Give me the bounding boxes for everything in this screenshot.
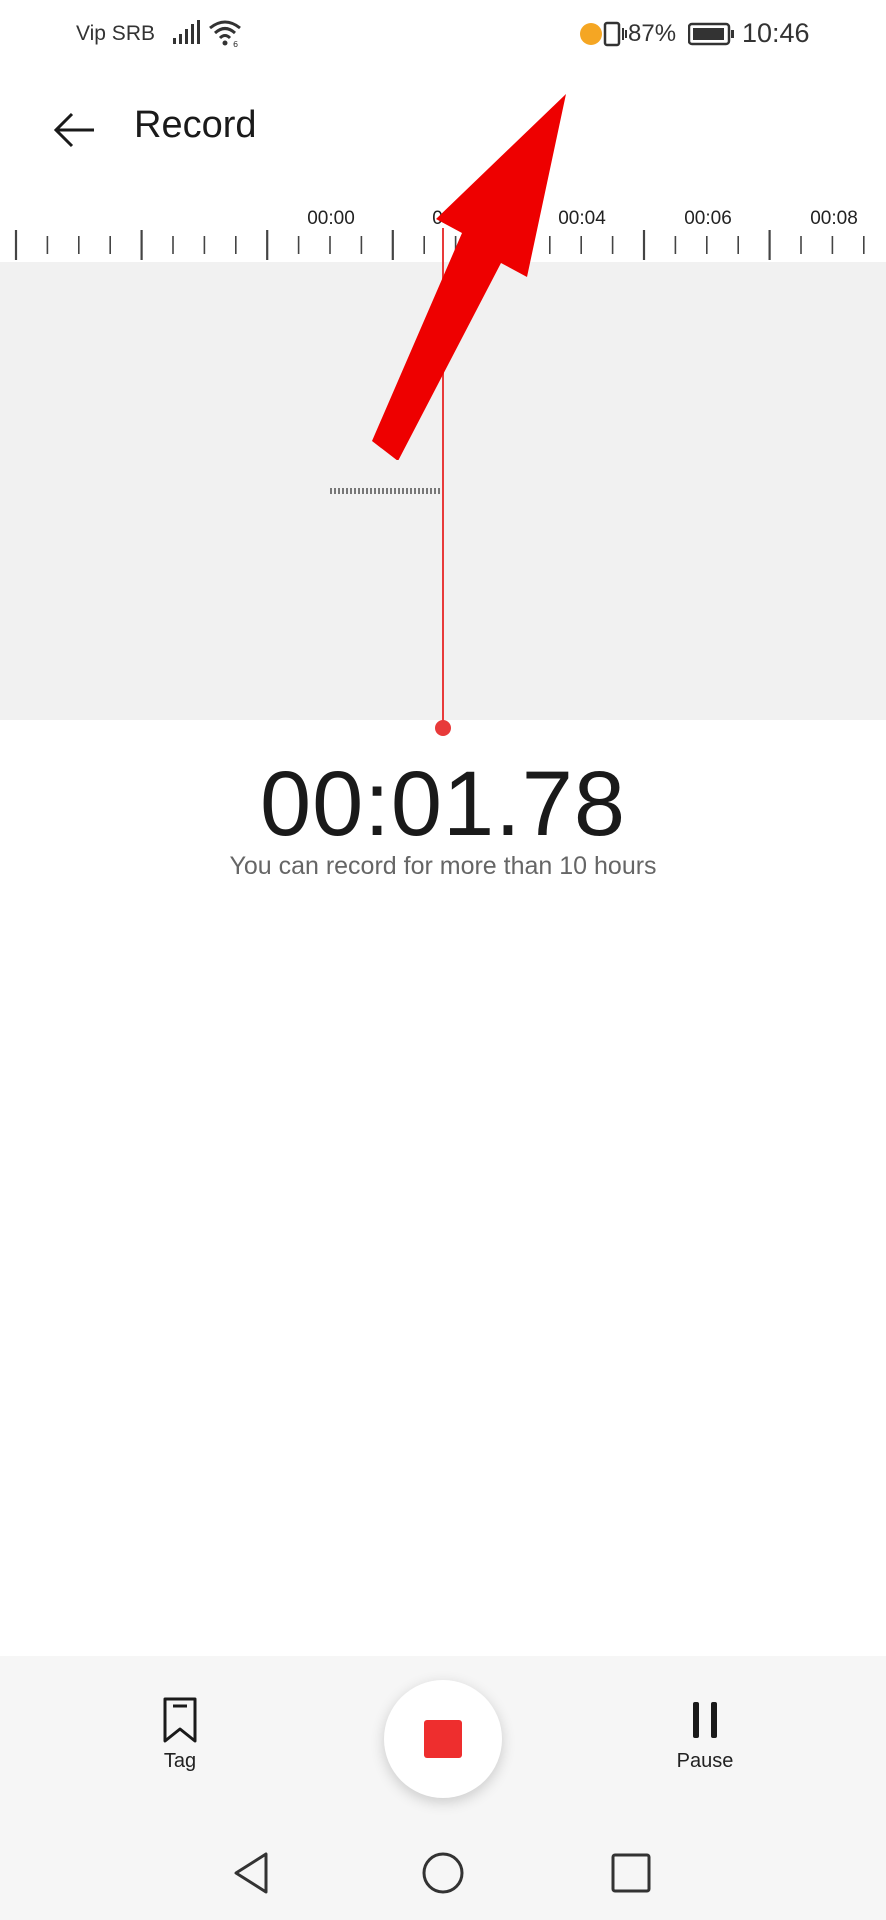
back-button[interactable]: [44, 100, 104, 160]
carrier-name: Vip SRB: [76, 22, 155, 45]
page-title: Record: [134, 104, 257, 146]
svg-text:6: 6: [233, 40, 238, 48]
pause-label: Pause: [676, 1750, 734, 1772]
signal-icon: [173, 20, 200, 44]
bookmark-icon: [163, 1697, 197, 1743]
pause-button[interactable]: Pause: [660, 1696, 750, 1786]
nav-recent-icon[interactable]: [608, 1850, 654, 1896]
nav-back-icon[interactable]: [230, 1850, 276, 1896]
status-clock: 10:46: [742, 18, 810, 48]
stop-icon: [424, 1720, 462, 1758]
tag-button[interactable]: Tag: [140, 1696, 220, 1786]
stop-button[interactable]: [384, 1680, 502, 1798]
status-bar: Vip SRB 6 87% 10:46: [0, 0, 886, 70]
tag-label: Tag: [163, 1750, 197, 1772]
pause-icon: [693, 1702, 717, 1738]
waveform-trace: [330, 488, 442, 494]
record-capacity-hint: You can record for more than 10 hours: [229, 852, 657, 880]
wifi-icon: 6: [209, 20, 241, 48]
nav-home-icon[interactable]: [420, 1850, 466, 1896]
playhead-line: [442, 228, 444, 728]
battery-percent: 87%: [628, 20, 677, 47]
vibrate-icon: [603, 21, 627, 47]
battery-icon: [688, 22, 734, 46]
elapsed-time: 00:01.78: [259, 753, 627, 855]
playhead-handle[interactable]: [435, 720, 451, 736]
arrow-left-icon: [53, 112, 94, 148]
